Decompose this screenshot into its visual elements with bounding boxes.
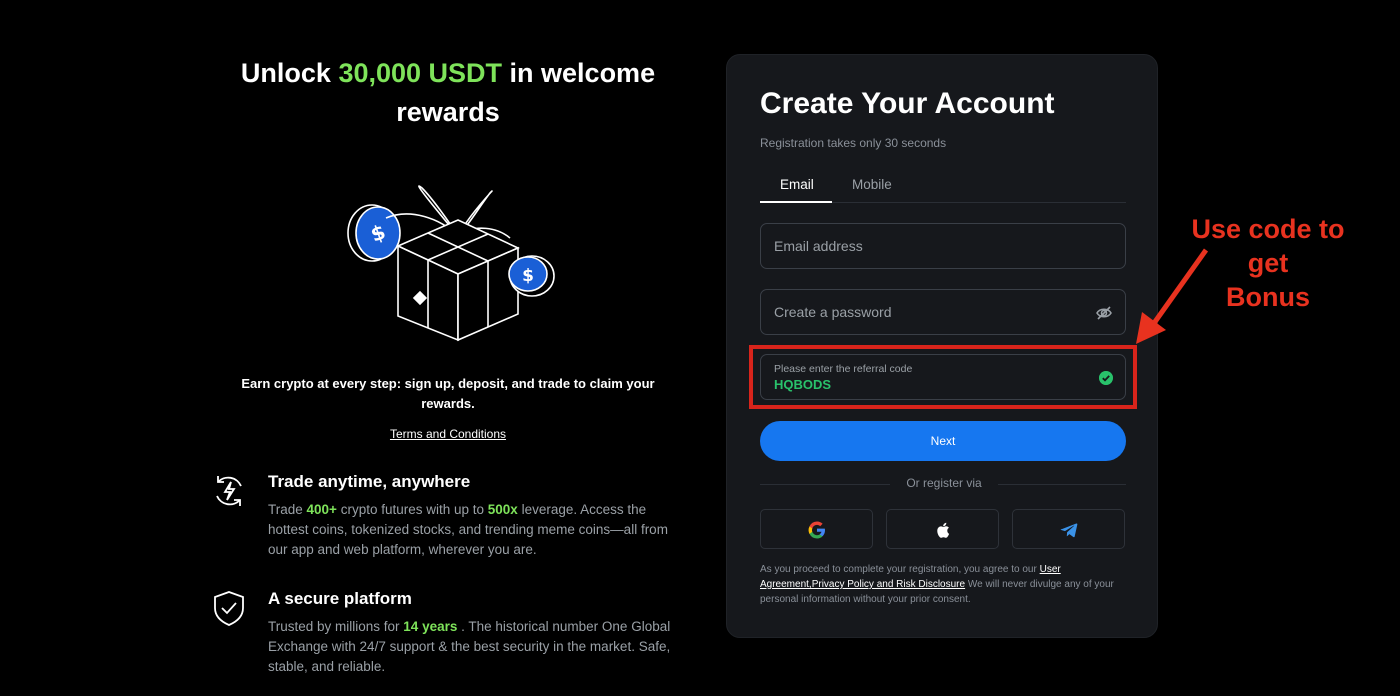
legal-disclaimer: As you proceed to complete your registra… xyxy=(760,562,1130,607)
shield-check-icon xyxy=(214,591,244,626)
lightning-cycle-icon xyxy=(216,476,242,506)
eye-off-icon[interactable] xyxy=(1095,304,1113,322)
terms-link[interactable]: Terms and Conditions xyxy=(200,427,696,441)
feature-body-text: Trusted by millions for xyxy=(268,619,404,634)
telegram-icon xyxy=(1060,523,1078,538)
feature-body: Trade 400+ crypto futures with up to 500… xyxy=(268,500,688,560)
email-field xyxy=(760,223,1126,269)
tab-mobile[interactable]: Mobile xyxy=(852,177,892,192)
google-icon xyxy=(808,521,825,539)
promo-headline: Unlock 30,000 USDT in welcome rewards xyxy=(200,54,696,132)
next-button[interactable]: Next xyxy=(760,421,1126,461)
register-tabs: Email Mobile xyxy=(760,173,1126,203)
divider-left xyxy=(760,484,890,485)
divider-right xyxy=(998,484,1126,485)
page-title: Create Your Account xyxy=(760,87,1055,120)
telegram-signin-button[interactable] xyxy=(1012,509,1125,549)
feature-highlight: 14 years xyxy=(403,619,458,634)
arrow-icon xyxy=(1136,248,1209,344)
earn-text: Earn crypto at every step: sign up, depo… xyxy=(241,376,655,411)
apple-icon xyxy=(937,522,950,538)
feature-body-text: Trade xyxy=(268,502,307,517)
promo-panel: Unlock 30,000 USDT in welcome rewards $ … xyxy=(200,0,696,696)
legal-text: As you proceed to complete your registra… xyxy=(760,564,1040,575)
referral-highlight-box xyxy=(749,345,1137,409)
headline-accent: 30,000 USDT xyxy=(338,58,503,88)
feature-body: Trusted by millions for 14 years . The h… xyxy=(268,617,688,677)
feature-title: A secure platform xyxy=(268,589,412,608)
headline-text: Unlock xyxy=(240,58,339,88)
feature-highlight: 500x xyxy=(487,502,518,517)
feature-highlight: 400+ xyxy=(306,502,337,517)
google-signin-button[interactable] xyxy=(760,509,873,549)
feature-body-text: crypto futures with up to xyxy=(336,502,488,517)
active-tab-indicator xyxy=(760,201,832,203)
page-subtitle: Registration takes only 30 seconds xyxy=(760,136,947,150)
tab-email[interactable]: Email xyxy=(780,177,814,192)
email-input[interactable] xyxy=(774,224,1094,268)
apple-signin-button[interactable] xyxy=(886,509,999,549)
svg-text:$: $ xyxy=(522,266,534,286)
feature-title: Trade anytime, anywhere xyxy=(268,472,471,491)
annotation-line: Use code to xyxy=(1191,214,1345,244)
gift-box-illustration: $ $ xyxy=(347,185,555,342)
or-register-via: Or register via xyxy=(906,476,982,490)
password-field xyxy=(760,289,1126,335)
password-input[interactable] xyxy=(774,290,1094,334)
